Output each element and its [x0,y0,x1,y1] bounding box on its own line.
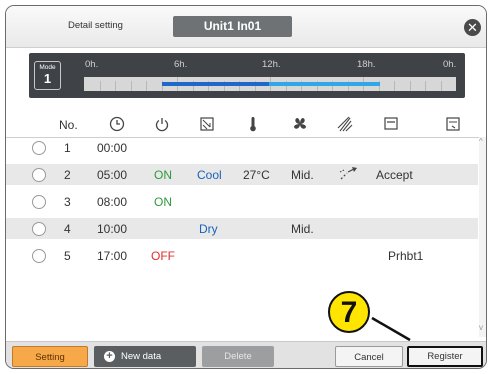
step-number-badge: 7 [328,291,370,333]
callout-pointer [371,316,411,342]
